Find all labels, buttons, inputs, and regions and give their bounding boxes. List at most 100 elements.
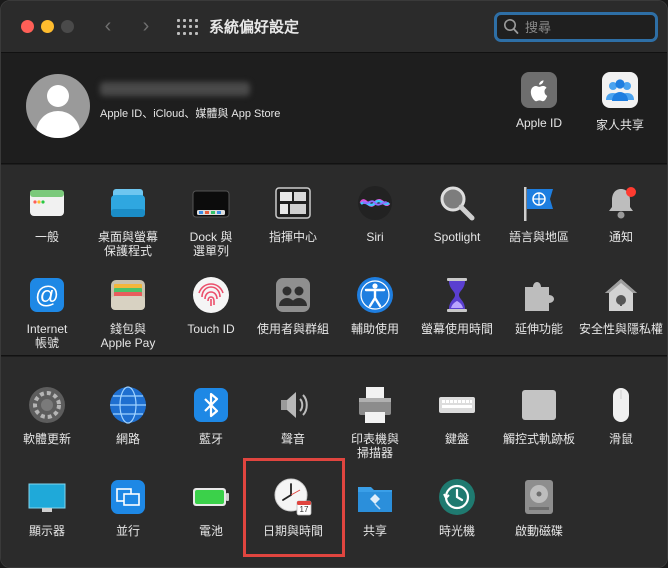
dock-icon <box>191 183 231 223</box>
pref-label: Touch ID <box>187 322 235 336</box>
security-privacy-icon <box>601 275 641 315</box>
pref-label: 顯示器 <box>28 524 65 538</box>
selection-highlight <box>243 458 345 557</box>
pref-label: 啟動磁碟 <box>514 524 563 538</box>
pref-displays[interactable]: 顯示器 <box>6 477 88 538</box>
account-subtitle: Apple ID、iCloud、媒體與 App Store <box>100 108 281 120</box>
pref-keyboard[interactable]: 鍵盤 <box>416 385 498 446</box>
pref-label: 一般 <box>34 230 59 244</box>
time-machine-icon <box>437 477 477 517</box>
pref-sidecar[interactable]: 並行 <box>87 477 169 538</box>
forward-button[interactable]: › <box>135 14 157 38</box>
sidecar-icon <box>108 477 148 517</box>
pref-label: 聲音 <box>280 432 305 446</box>
pref-label: 藍牙 <box>198 432 223 446</box>
pref-time-machine[interactable]: 時光機 <box>416 477 498 538</box>
pref-mouse[interactable]: 滑鼠 <box>580 385 662 446</box>
printers-icon <box>355 385 395 425</box>
pref-notifications[interactable]: 通知 <box>580 183 662 244</box>
back-button[interactable]: ‹ <box>97 14 119 38</box>
pref-dock-menubar[interactable]: Dock 與 選單列 <box>170 183 252 258</box>
pref-screen-time[interactable]: 螢幕使用時間 <box>416 275 498 336</box>
pref-startup-disk[interactable]: 啟動磁碟 <box>498 477 580 538</box>
pref-battery[interactable]: 電池 <box>170 477 252 538</box>
apple-id-label: Apple ID <box>515 116 563 130</box>
minimize-button[interactable] <box>41 20 54 33</box>
pref-label: Internet 帳號 <box>26 322 68 350</box>
pref-label: 使用者與群組 <box>256 322 329 336</box>
desktop-screensaver-icon <box>108 183 148 223</box>
pref-wallet[interactable]: 錢包與 Apple Pay <box>87 275 169 350</box>
screen-time-icon <box>437 275 477 315</box>
pref-internet-accounts[interactable]: @ Internet 帳號 <box>6 275 88 350</box>
pref-sound[interactable]: 聲音 <box>252 385 334 446</box>
touch-id-icon <box>191 275 231 315</box>
pref-label: 指揮中心 <box>268 230 317 244</box>
pref-extensions[interactable]: 延伸功能 <box>498 275 580 336</box>
sharing-icon <box>355 477 395 517</box>
zoom-button[interactable] <box>61 20 74 33</box>
keyboard-icon <box>437 385 477 425</box>
search-input[interactable] <box>525 18 651 36</box>
pref-label: 安全性與隱私權 <box>578 322 663 336</box>
extensions-icon <box>519 275 559 315</box>
sound-icon <box>273 385 313 425</box>
language-region-icon <box>519 183 559 223</box>
apple-icon <box>521 72 557 108</box>
user-name-blurred <box>100 82 250 96</box>
accessibility-icon <box>355 275 395 315</box>
mouse-icon <box>601 385 641 425</box>
notifications-icon <box>601 183 641 223</box>
pref-software-update[interactable]: 軟體更新 <box>6 385 88 446</box>
pref-touch-id[interactable]: Touch ID <box>170 275 252 336</box>
siri-icon <box>355 183 395 223</box>
pref-label: 滑鼠 <box>608 432 633 446</box>
account-section: Apple ID、iCloud、媒體與 App Store Apple ID 家… <box>1 54 667 164</box>
pref-label: 觸控式軌跡板 <box>502 432 575 446</box>
startup-disk-icon <box>519 477 559 517</box>
family-sharing-label: 家人共享 <box>595 118 644 132</box>
pref-sharing[interactable]: 共享 <box>334 477 416 538</box>
pref-general[interactable]: 一般 <box>6 183 88 244</box>
pref-siri[interactable]: Siri <box>334 183 416 244</box>
pref-desktop-screensaver[interactable]: 桌面與螢幕 保護程式 <box>87 183 169 258</box>
pref-label: 通知 <box>608 230 633 244</box>
pref-label: 鍵盤 <box>444 432 469 446</box>
close-button[interactable] <box>21 20 34 33</box>
apple-id-pref[interactable]: Apple ID <box>506 72 572 130</box>
user-avatar[interactable] <box>26 74 90 138</box>
users-groups-icon <box>273 275 313 315</box>
show-all-grid-button[interactable] <box>175 17 198 37</box>
pref-bluetooth[interactable]: 藍牙 <box>170 385 252 446</box>
internet-accounts-icon: @ <box>27 275 67 315</box>
pref-security-privacy[interactable]: 安全性與隱私權 <box>579 275 663 336</box>
search-field[interactable] <box>494 12 658 42</box>
bluetooth-icon <box>191 385 231 425</box>
pref-users-groups[interactable]: 使用者與群組 <box>252 275 334 336</box>
pref-language-region[interactable]: 語言與地區 <box>498 183 580 244</box>
pref-accessibility[interactable]: 輔助使用 <box>334 275 416 336</box>
pref-label: 並行 <box>115 524 140 538</box>
pref-label: 印表機與 掃描器 <box>350 432 399 460</box>
pref-label: 語言與地區 <box>508 230 569 244</box>
family-sharing-pref[interactable]: 家人共享 <box>587 72 653 133</box>
pref-label: 錢包與 Apple Pay <box>100 322 156 350</box>
pref-label: 共享 <box>362 524 387 538</box>
pref-label: 輔助使用 <box>350 322 399 336</box>
pref-trackpad[interactable]: 觸控式軌跡板 <box>498 385 580 446</box>
pref-label: 網路 <box>115 432 140 446</box>
wallet-icon <box>108 275 148 315</box>
pref-label: Siri <box>366 230 384 244</box>
pref-label: Spotlight <box>433 230 481 244</box>
network-icon <box>108 385 148 425</box>
system-preferences-window: ‹ › 系統偏好設定 Apple ID、iCloud、媒體與 App Store <box>0 0 668 568</box>
pref-label: 電池 <box>198 524 223 538</box>
pref-label: Dock 與 選單列 <box>189 230 233 258</box>
pref-spotlight[interactable]: Spotlight <box>416 183 498 244</box>
pref-network[interactable]: 網路 <box>87 385 169 446</box>
pref-printers-scanners[interactable]: 印表機與 掃描器 <box>334 385 416 460</box>
pref-mission-control[interactable]: 指揮中心 <box>252 183 334 244</box>
pref-label: 延伸功能 <box>514 322 563 336</box>
family-icon <box>602 72 638 108</box>
pref-label: 桌面與螢幕 保護程式 <box>97 230 158 258</box>
